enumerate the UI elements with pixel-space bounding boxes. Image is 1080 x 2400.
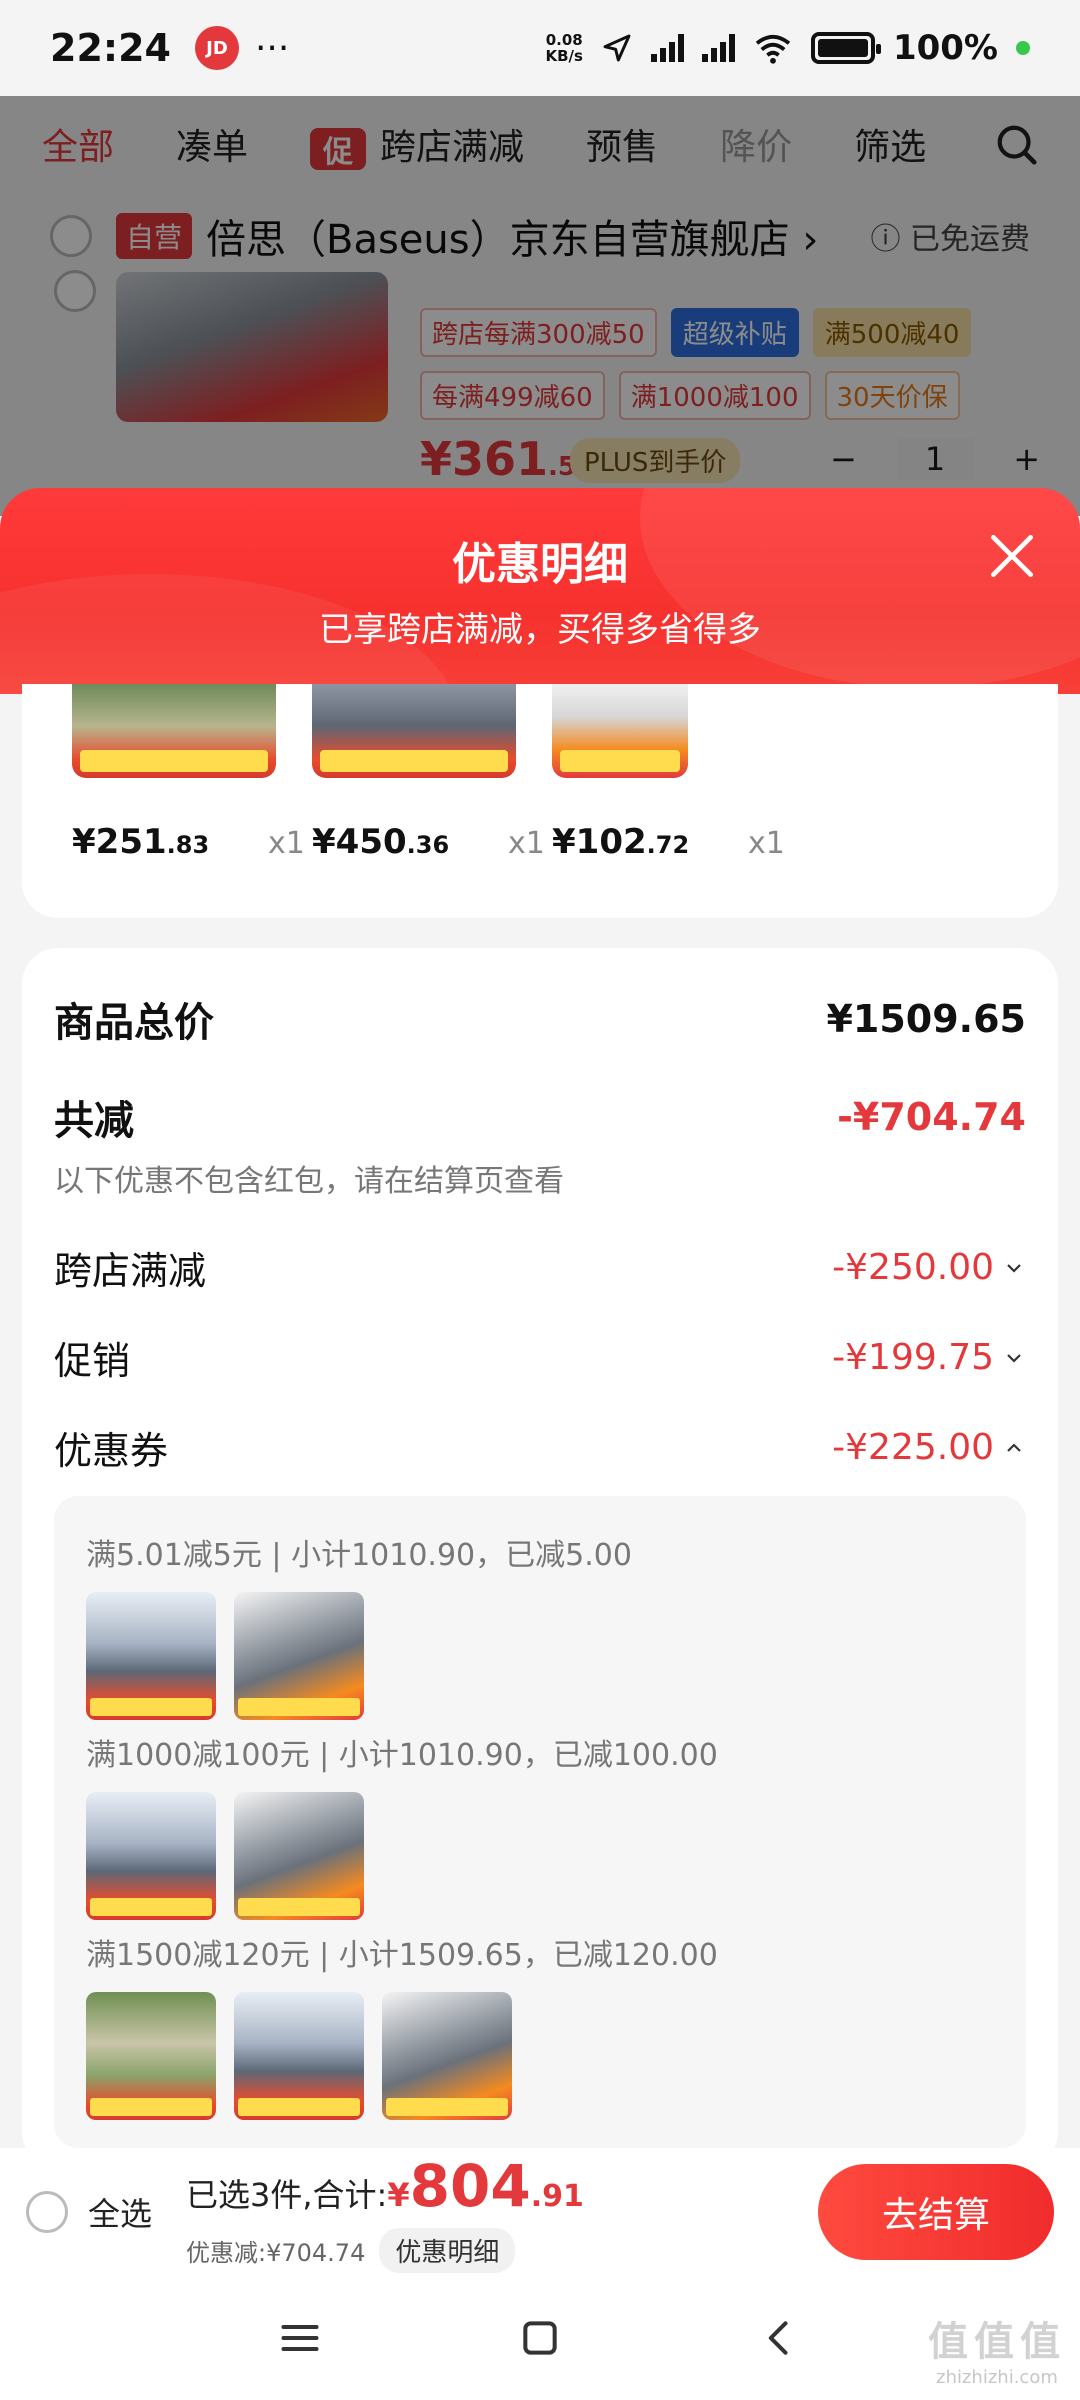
battery-percent: 100% [892,28,998,68]
close-icon[interactable] [984,528,1040,584]
coupon-rule: 满1500减120元 | 小计1509.65，已减120.00 [86,1938,718,1973]
coupon-product-thumb[interactable] [86,1592,216,1720]
discount-label: 促销 [54,1339,131,1383]
sheet-subtitle: 已享跨店满减，买得多省得多 [319,610,761,650]
chevron-down-icon [1007,1263,1021,1273]
product-price: ¥251.83 [72,822,210,862]
total-reduced-value: -¥704.74 [837,1095,1026,1139]
goods-total-row: 商品总价 ¥1509.65 [54,990,1026,1048]
wifi-icon [755,34,791,64]
jd-app-icon: JD [194,26,239,70]
goods-total-label: 商品总价 [54,1000,214,1046]
selected-count-text: 已选3件,合计: [186,2175,388,2214]
net-speed: 0.08 KB/s [545,31,583,65]
coupon-product-thumb[interactable] [86,1792,216,1920]
status-time: 22:24 [50,26,171,70]
product-thumbnail [72,684,276,778]
watermark: 值值值 zhizhizhi.com [928,2309,1066,2388]
select-all-label: 全选 [88,2195,153,2233]
product-price: ¥450.36 [312,822,450,862]
privacy-dot-icon [1016,41,1030,55]
product-price: ¥102.72 [552,822,690,862]
discount-line-coupon[interactable]: 优惠券 -¥225.00 [54,1420,1026,1475]
discount-line-promotion[interactable]: 促销 -¥199.75 [54,1330,1026,1385]
status-right: 0.08 KB/s 100% [545,28,1030,68]
redpacket-note: 以下优惠不包含红包，请在结算页查看 [54,1164,564,1199]
battery-icon [810,32,881,64]
product-item[interactable]: ¥102.72 x1 [552,684,785,862]
product-item[interactable]: ¥251.83 x1 [72,684,305,862]
discount-line: 优惠减:¥704.74 优惠明细 [186,2227,584,2273]
goods-total-value: ¥1509.65 [826,997,1026,1041]
coupon-rule: 满1000减100元 | 小计1010.90，已减100.00 [86,1738,718,1773]
chevron-down-icon [1007,1353,1021,1363]
sheet-title: 优惠明细 [452,539,628,590]
coupon-products [86,1992,512,2120]
back-icon[interactable] [758,2316,802,2360]
discount-line-cross-store[interactable]: 跨店满减 -¥250.00 [54,1240,1026,1295]
discount-value: -¥250.00 [832,1247,994,1288]
checkout-bar: 全选 已选3件,合计: ¥804.91 优惠减:¥704.74 优惠明细 去结算 [0,2148,1080,2276]
product-item[interactable]: ¥450.36 x1 [312,684,545,862]
checkout-button[interactable]: 去结算 [818,2164,1054,2260]
product-thumbnail [312,684,516,778]
coupon-detail-box: 满5.01减5元 | 小计1010.90，已减5.00 满1000减100元 |… [54,1496,1026,2148]
select-all[interactable]: 全选 [26,2189,152,2235]
price-summary-card: 商品总价 ¥1509.65 共减 -¥704.74 以下优惠不包含红包，请在结算… [22,948,1058,2168]
coupon-products [86,1592,364,1720]
selected-products-card: ¥251.83 x1 ¥450.36 x1 ¥102.72 x1 [22,684,1058,918]
coupon-products [86,1792,364,1920]
watermark-url: zhizhizhi.com [936,2367,1058,2388]
discount-sheet-header: 优惠明细 已享跨店满减，买得多省得多 [0,488,1080,694]
coupon-product-thumb[interactable] [382,1992,512,2120]
signal-icon [650,34,684,62]
total-amount: ¥804.91 [387,2151,584,2220]
total-block: 已选3件,合计: ¥804.91 优惠减:¥704.74 优惠明细 [186,2152,584,2273]
product-qty: x1 [268,826,305,861]
more-dots-icon: ··· [254,27,290,69]
product-thumbnail [552,684,688,778]
discount-label: 跨店满减 [54,1249,207,1293]
system-nav-bar [0,2276,1080,2400]
product-qty: x1 [508,826,545,861]
coupon-product-thumb[interactable] [234,1792,364,1920]
coupon-product-thumb[interactable] [234,1992,364,2120]
status-bar: 22:24 JD ··· 0.08 KB/s 100% [0,0,1080,96]
home-icon[interactable] [518,2316,562,2360]
discount-value: -¥199.75 [832,1337,994,1378]
menu-icon[interactable] [278,2316,322,2360]
total-reduced-label: 共减 [54,1098,134,1144]
product-qty: x1 [748,826,785,861]
select-all-checkbox[interactable] [26,2191,68,2233]
coupon-product-thumb[interactable] [234,1592,364,1720]
total-line: 已选3件,合计: ¥804.91 [186,2152,584,2220]
discount-detail-button[interactable]: 优惠明细 [379,2227,516,2273]
discount-label: 优惠券 [54,1429,169,1473]
coupon-product-thumb[interactable] [86,1992,216,2120]
discount-sheet-body: ¥251.83 x1 ¥450.36 x1 ¥102.72 x1 商品总价 ¥1… [0,684,1080,2168]
coupon-rule: 满5.01减5元 | 小计1010.90，已减5.00 [86,1538,632,1573]
discount-value: -¥225.00 [832,1427,994,1468]
location-arrow-icon [603,34,631,62]
total-reduced-row: 共减 -¥704.74 [54,1088,1026,1146]
signal-icon-2 [701,34,735,62]
dim-overlay[interactable] [0,96,1080,516]
watermark-logo: 值值值 [928,2319,1066,2365]
discount-summary: 优惠减:¥704.74 [186,2238,366,2267]
chevron-up-icon [1007,1442,1021,1452]
